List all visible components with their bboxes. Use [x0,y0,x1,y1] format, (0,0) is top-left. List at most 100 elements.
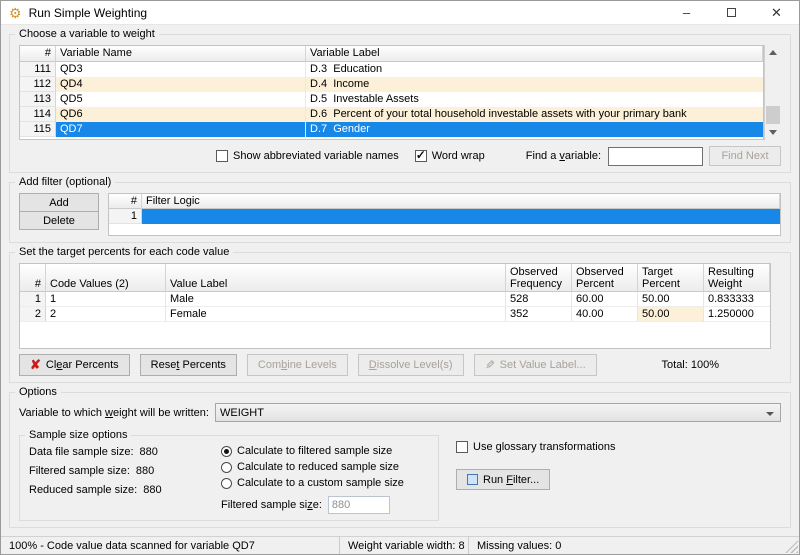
scroll-up-icon [769,50,777,55]
target-row[interactable]: 1 1 Male 528 60.00 50.00 0.833333 [20,292,770,307]
sample-size-group: Sample size options Data file sample siz… [19,429,439,521]
title-bar: Run Simple Weighting – ✕ [1,1,799,25]
variable-name-cell: QD5 [56,92,306,107]
stat-label: Filtered sample size: [29,465,130,477]
variable-table-header: # Variable Name Variable Label [20,46,763,62]
scrollbar-up-button[interactable] [765,45,781,60]
row-number: 1 [20,292,46,307]
value-label-cell: Female [166,307,506,322]
scroll-down-icon [769,130,777,135]
variable-label-cell: D.4 Income [306,77,763,92]
window-title: Run Simple Weighting [28,5,148,20]
use-glossary-checkbox[interactable] [456,441,468,453]
custom-sample-size-input[interactable] [327,496,390,514]
clear-percents-button[interactable]: Clear Percents [19,354,130,376]
delete-button[interactable]: Delete [19,211,99,230]
scrollbar-track[interactable] [765,60,781,125]
variable-label-cell: D.5 Investable Assets [310,93,419,105]
run-filter-button[interactable]: Run Filter... [456,469,551,490]
filter-row-selected[interactable]: 1 [109,209,780,224]
add-button[interactable]: Add [19,193,99,212]
custom-sample-size-label: Filtered sample size: [221,499,322,511]
target-percent-cell[interactable]: 50.00 [638,307,704,322]
observed-frequency-cell: 528 [506,292,572,307]
variable-row[interactable]: 111 QD3 D.3 Education [20,62,763,77]
col-header-variable-name: Variable Name [56,46,306,62]
set-value-label-button[interactable]: Set Value Label... [473,354,597,376]
radio-calculate-custom[interactable]: Calculate to a custom sample size [221,476,429,490]
clear-percents-label: Clear Percents [45,359,119,371]
col-header-code-values: Code Values (2) [46,264,166,292]
show-abbrev-checkbox[interactable] [216,150,228,162]
find-variable-input[interactable] [608,146,703,166]
stat-label: Data file sample size: [29,446,134,458]
reduced-sample-size: Reduced sample size: 880 [29,484,221,496]
close-button[interactable]: ✕ [754,1,799,24]
variable-name-cell: QD6 [56,107,306,122]
pencil-icon [485,358,495,372]
col-header-variable-label: Variable Label [306,46,763,62]
radio-label: Calculate to reduced sample size [237,461,400,473]
filter-square-icon [467,474,478,485]
add-filter-group-label: Add filter (optional) [15,176,116,188]
radio-label: Calculate to a custom sample size [237,477,404,489]
variable-row[interactable]: 113 QD5 D.5 Investable Assets [20,92,763,107]
target-table-header: # Code Values (2) Value Label Observed F… [20,264,770,292]
data-file-sample-size: Data file sample size: 880 [29,446,221,458]
filter-table: # Filter Logic 1 [108,193,781,236]
scrollbar-down-button[interactable] [765,125,781,140]
add-filter-group: Add filter (optional) Add Delete # Filte… [9,176,791,243]
code-value-cell: 2 [46,307,166,322]
stat-value: 880 [135,465,155,477]
status-bar: 100% - Code value data scanned for varia… [1,536,799,554]
filtered-sample-size: Filtered sample size: 880 [29,465,221,477]
radio-icon [221,461,232,473]
observed-percent-cell: 60.00 [572,292,638,307]
stat-value: 880 [143,484,162,496]
combine-levels-label: Combine Levels [257,359,337,371]
dissolve-levels-button[interactable]: Dissolve Level(s) [357,354,464,376]
table-filler [20,137,763,139]
choose-variable-group: Choose a variable to weight # Variable N… [9,28,791,173]
weight-variable-value: WEIGHT [219,406,264,419]
radio-calculate-reduced[interactable]: Calculate to reduced sample size [221,460,429,474]
set-value-label-label: Set Value Label... [499,359,586,371]
row-number: 114 [20,107,56,122]
target-row[interactable]: 2 2 Female 352 40.00 50.00 1.250000 [20,307,770,322]
word-wrap-label: Word wrap [431,150,485,162]
chevron-down-icon [766,412,774,416]
variable-row-selected[interactable]: 115 QD7 D.7 Gender [20,122,763,137]
row-number: 2 [20,307,46,322]
target-percents-table: # Code Values (2) Value Label Observed F… [19,263,771,349]
weight-variable-select[interactable]: WEIGHT [214,403,781,422]
variable-name-cell: QD4 [56,77,306,92]
radio-icon [221,445,232,457]
use-glossary-checkbox-row[interactable]: Use glossary transformations [456,441,615,453]
radio-calculate-filtered[interactable]: Calculate to filtered sample size [221,444,429,458]
stat-label: Reduced sample size: [29,484,138,496]
resize-grip[interactable] [785,540,798,553]
scrollbar-thumb[interactable] [766,106,780,124]
col-header-target-percent: Target Percent [638,264,704,292]
variable-table-scrollbar[interactable] [764,45,781,140]
observed-frequency-cell: 352 [506,307,572,322]
col-header-observed-percent: Observed Percent [572,264,638,292]
word-wrap-checkbox[interactable] [414,148,427,162]
radio-label: Calculate to filtered sample size [237,445,393,457]
target-percent-cell[interactable]: 50.00 [638,292,704,307]
combine-levels-button[interactable]: Combine Levels [246,354,348,376]
col-header-num: # [109,194,142,209]
run-simple-weighting-dialog: Run Simple Weighting – ✕ Choose a variab… [0,0,800,555]
variable-row[interactable]: 112 QD4 D.4 Income [20,77,763,92]
reset-percents-button[interactable]: Reset Percents [139,354,237,376]
value-label-cell: Male [166,292,506,307]
table-filler [20,322,770,348]
minimize-button[interactable]: – [664,1,709,24]
maximize-button[interactable] [709,1,754,24]
col-header-observed-frequency: Observed Frequency [506,264,572,292]
use-glossary-label: Use glossary transformations [473,441,616,453]
variable-row[interactable]: 114 QD6 D.6 Percent of your total househ… [20,107,763,122]
radio-icon [221,477,232,489]
red-x-icon [30,357,41,373]
find-next-button[interactable]: Find Next [709,146,781,166]
